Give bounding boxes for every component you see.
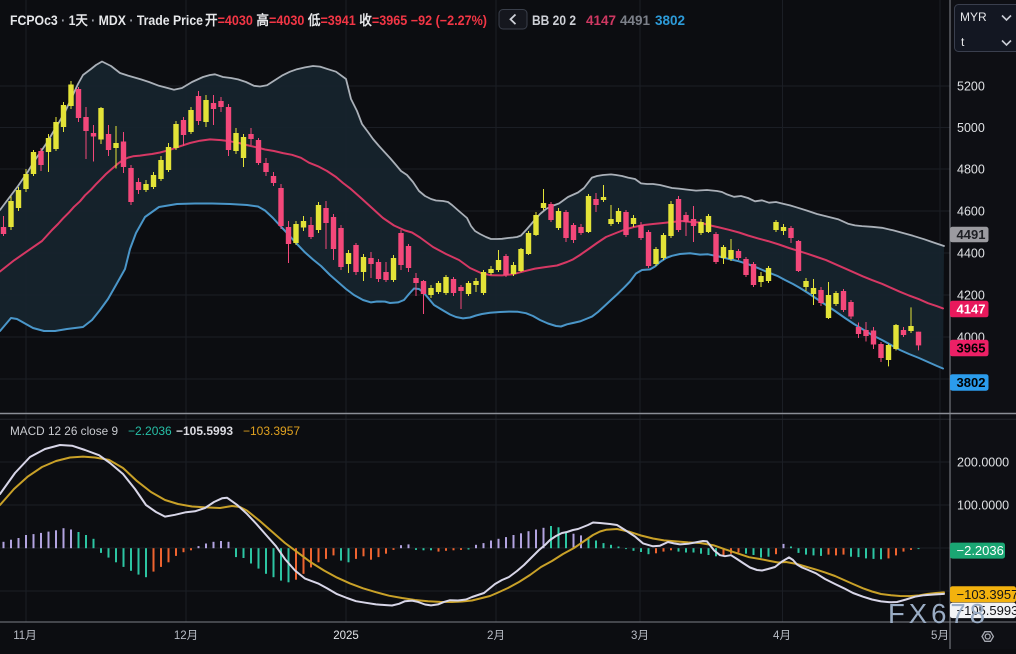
svg-text:4147: 4147 xyxy=(957,302,986,317)
svg-text:MACD 12 26 close 9: MACD 12 26 close 9 xyxy=(10,424,118,438)
svg-text:3802: 3802 xyxy=(957,375,986,390)
svg-text:MYR: MYR xyxy=(960,10,987,24)
svg-text:3月: 3月 xyxy=(631,630,649,642)
svg-text:FX678: FX678 xyxy=(888,598,989,629)
svg-text:开=4030 高=4030 低=3941 收=3965 −9: 开=4030 高=4030 低=3941 收=3965 −92 (−2.27%) xyxy=(205,12,487,28)
svg-text:−103.3957: −103.3957 xyxy=(243,424,300,438)
svg-text:4月: 4月 xyxy=(773,630,791,642)
svg-text:12月: 12月 xyxy=(174,630,198,642)
svg-text:2025: 2025 xyxy=(333,630,359,642)
svg-text:3965: 3965 xyxy=(957,341,986,356)
svg-text:5200: 5200 xyxy=(957,80,985,94)
svg-text:FCPOc3 · 1天 · MDX · Trade Pric: FCPOc3 · 1天 · MDX · Trade Price xyxy=(10,13,203,28)
svg-text:BB 20 2: BB 20 2 xyxy=(532,13,576,28)
svg-text:2月: 2月 xyxy=(487,630,505,642)
svg-text:200.0000: 200.0000 xyxy=(957,456,1009,470)
svg-text:11月: 11月 xyxy=(13,630,36,642)
svg-text:4491: 4491 xyxy=(957,227,986,242)
svg-text:4491: 4491 xyxy=(620,13,651,28)
svg-text:−105.5993: −105.5993 xyxy=(176,424,233,438)
svg-text:4800: 4800 xyxy=(957,163,985,177)
svg-text:4200: 4200 xyxy=(957,289,985,303)
svg-text:5月: 5月 xyxy=(931,630,949,642)
svg-text:100.0000: 100.0000 xyxy=(957,499,1009,513)
svg-text:4400: 4400 xyxy=(957,247,985,261)
svg-text:−2.2036: −2.2036 xyxy=(957,543,1004,558)
svg-text:4147: 4147 xyxy=(586,13,616,28)
svg-text:4600: 4600 xyxy=(957,205,985,219)
svg-text:−2.2036: −2.2036 xyxy=(128,424,172,438)
svg-text:5000: 5000 xyxy=(957,121,985,135)
svg-text:3802: 3802 xyxy=(655,13,685,28)
